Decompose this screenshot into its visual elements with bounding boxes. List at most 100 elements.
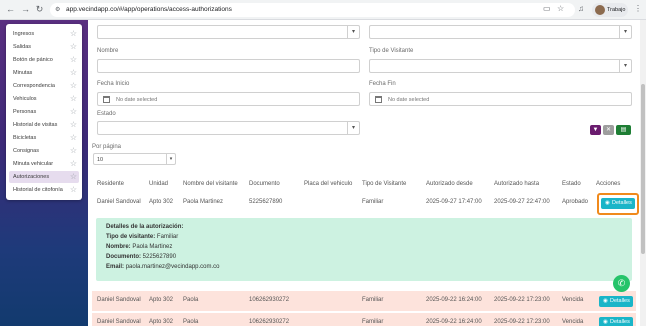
details-button[interactable]: ◉ Detalles [599, 296, 633, 307]
forward-icon[interactable]: → [20, 4, 31, 15]
estado-select[interactable]: ▾ [97, 121, 360, 135]
star-icon[interactable]: ☆ [70, 133, 77, 143]
menu-item-personas[interactable]: Personas ☆ [9, 106, 79, 118]
star-icon[interactable]: ☆ [70, 120, 77, 130]
scroll-thumb[interactable] [641, 84, 645, 254]
filter-icon[interactable]: ▼ [590, 125, 601, 135]
table-header: Residente [97, 181, 125, 187]
cell-tipo: Familiar [362, 199, 384, 205]
menu-item-label: Historial de citofonía [13, 187, 63, 193]
whatsapp-icon[interactable]: ✆ [613, 275, 630, 292]
reload-icon[interactable]: ↻ [34, 4, 45, 15]
cell-unidad: Apto 302 [149, 319, 174, 325]
authorization-details-panel: Detalles de la autorización: Tipo de vis… [96, 218, 632, 281]
star-icon[interactable]: ☆ [70, 159, 77, 169]
menu-item-label: Minutas [13, 70, 33, 76]
nombre-input[interactable] [97, 59, 360, 73]
top-select-left[interactable]: ▾ [97, 25, 360, 39]
eye-icon: ◉ [603, 298, 608, 304]
menu-item-label: Historial de visitas [13, 122, 58, 128]
menu-item-minutas[interactable]: Minutas ☆ [9, 67, 79, 79]
star-icon[interactable]: ☆ [70, 172, 77, 182]
cell-residente: Daniel Sandoval [97, 199, 141, 205]
menu-item-ingresos[interactable]: Ingresos ☆ [9, 28, 79, 40]
table-header: Documento [249, 181, 280, 187]
fecha-inicio-label: Fecha Inicio [97, 81, 130, 87]
cell-desde: 2025-09-27 17:47:00 [426, 199, 482, 205]
cell-unidad: Apto 302 [149, 199, 174, 205]
calendar-icon [103, 96, 110, 103]
menu-item-vehiculos[interactable]: Vehiculos ☆ [9, 93, 79, 105]
menu-item-bicicletas[interactable]: Bicicletas ☆ [9, 132, 79, 144]
date-placeholder: No date selected [116, 96, 158, 103]
fecha-fin-picker[interactable]: No date selected [369, 92, 632, 106]
details-button[interactable]: ◉ Detalles [599, 317, 633, 326]
media-icon[interactable]: ♫ [578, 4, 584, 13]
bookmark-star-icon[interactable]: ☆ [557, 4, 564, 13]
date-placeholder: No date selected [388, 96, 430, 103]
menu-item-boton-panico[interactable]: Botón de pánico ☆ [9, 54, 79, 66]
scrollbar[interactable] [640, 20, 646, 326]
table-header: Placa del vehiculo [304, 181, 353, 187]
star-icon[interactable]: ☆ [70, 55, 77, 65]
star-icon[interactable]: ☆ [70, 42, 77, 52]
star-icon[interactable]: ☆ [70, 185, 77, 195]
profile-button[interactable]: Trabajo [592, 3, 628, 17]
clear-filter-icon[interactable]: ✕ [603, 125, 614, 135]
star-icon[interactable]: ☆ [70, 81, 77, 91]
star-icon[interactable]: ☆ [70, 146, 77, 156]
per-page-value: 10 [97, 156, 104, 163]
chevron-down-icon: ▾ [347, 122, 359, 134]
menu-item-label: Minuta vehicular [13, 161, 54, 167]
table-row[interactable]: Daniel Sandoval Apto 302 Paola 106262930… [92, 313, 636, 326]
avatar [595, 5, 605, 15]
top-select-right[interactable]: ▾ [369, 25, 632, 39]
address-bar[interactable]: ⚙ app.vecindapp.co/#/app/operations/acce… [50, 3, 575, 17]
cell-desde: 2025-09-22 16:24:00 [426, 297, 482, 303]
details-button-label: Detalles [610, 319, 630, 325]
per-page-select[interactable]: 10 ▾ [93, 153, 176, 165]
cell-visitante: Paola [183, 297, 199, 303]
table-row[interactable]: Daniel Sandoval Apto 302 Paola 106262930… [92, 291, 636, 311]
fecha-inicio-picker[interactable]: No date selected [97, 92, 360, 106]
menu-item-label: Correspondencia [13, 83, 55, 89]
table-row[interactable]: Daniel Sandoval Apto 302 Paola Martinez … [92, 193, 636, 213]
menu-item-autorizaciones[interactable]: Autorizaciones ☆ [9, 171, 79, 183]
star-icon[interactable]: ☆ [70, 94, 77, 104]
menu-item-salidas[interactable]: Salidas ☆ [9, 41, 79, 53]
details-documento: Documento: 5225627890 [106, 254, 177, 260]
star-icon[interactable]: ☆ [70, 29, 77, 39]
menu-kebab-icon[interactable]: ⋮ [634, 4, 642, 13]
cast-icon[interactable]: ▭ [543, 4, 551, 13]
details-email: Email: paola.martinez@vecindapp.com.co [106, 264, 220, 270]
site-info-icon[interactable]: ⚙ [55, 6, 60, 13]
tipo-visitante-select[interactable]: ▾ [369, 59, 632, 73]
cell-hasta: 2025-09-22 17:23:00 [494, 319, 550, 325]
cell-documento: 5225627890 [249, 199, 283, 205]
fecha-fin-label: Fecha Fin [369, 81, 396, 87]
cell-estado: Vencida [562, 319, 584, 325]
menu-item-consignas[interactable]: Consignas ☆ [9, 145, 79, 157]
table-header: Unidad [149, 181, 169, 187]
menu-item-historial-visitas[interactable]: Historial de visitas ☆ [9, 119, 79, 131]
menu-item-historial-citofonia[interactable]: Historial de citofonía ☆ [9, 184, 79, 196]
details-nombre: Nombre: Paola Martinez [106, 244, 173, 250]
cell-documento: 106262930272 [249, 319, 290, 325]
profile-label: Trabajo [607, 6, 626, 13]
menu-item-minuta-vehicular[interactable]: Minuta vehicular ☆ [9, 158, 79, 170]
excel-export-icon[interactable]: ▤ [616, 125, 631, 135]
cell-hasta: 2025-09-22 17:23:00 [494, 297, 550, 303]
star-icon[interactable]: ☆ [70, 68, 77, 78]
chevron-down-icon: ▾ [166, 154, 175, 164]
menu-item-correspondencia[interactable]: Correspondencia ☆ [9, 80, 79, 92]
details-button-label: Detalles [610, 298, 630, 304]
estado-label: Estado [97, 111, 116, 117]
url-text: app.vecindapp.co/#/app/operations/access… [66, 6, 232, 13]
star-icon[interactable]: ☆ [70, 107, 77, 117]
por-pagina-label: Por página [92, 144, 122, 150]
table-header: Estado [562, 181, 581, 187]
chevron-down-icon: ▾ [619, 60, 631, 72]
table-header: Acciones [596, 181, 621, 187]
back-icon[interactable]: ← [5, 4, 16, 15]
eye-icon: ◉ [603, 319, 608, 325]
